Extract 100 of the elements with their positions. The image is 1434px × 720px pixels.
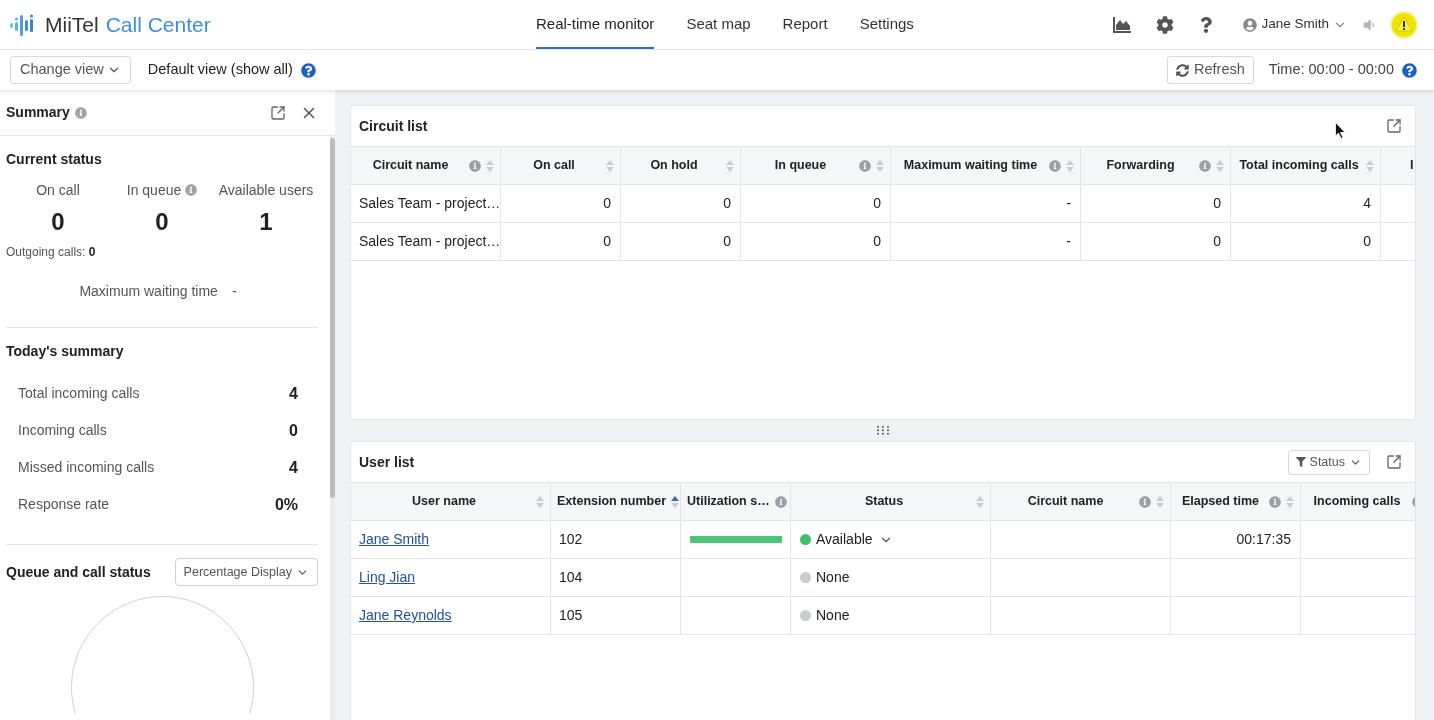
sort-icon[interactable] bbox=[606, 159, 614, 172]
stat-value: - bbox=[231, 282, 237, 301]
table-cell: 102 bbox=[551, 521, 681, 558]
section-title: Today's summary bbox=[6, 342, 125, 360]
change-view-button[interactable]: Change view bbox=[10, 56, 131, 84]
help-icon[interactable] bbox=[300, 62, 316, 78]
sort-icon[interactable] bbox=[726, 159, 734, 172]
table-cell: 4 bbox=[1231, 185, 1381, 222]
filter-icon bbox=[1295, 457, 1306, 467]
table-cell: 0 bbox=[501, 223, 621, 260]
column-header: Total incoming calls bbox=[1238, 157, 1360, 175]
column-header: I bbox=[1410, 157, 1414, 175]
user-menu[interactable]: Jane Smith bbox=[1243, 14, 1347, 35]
table-cell: 105 bbox=[551, 597, 681, 634]
stat-label: Available users bbox=[218, 180, 314, 200]
table-cell: Sales Team - project… bbox=[351, 223, 501, 260]
warning-icon[interactable] bbox=[1390, 10, 1418, 39]
table-cell: 0 bbox=[1231, 223, 1381, 260]
drag-handle-icon[interactable] bbox=[877, 426, 889, 435]
user-avatar-icon bbox=[1243, 17, 1258, 32]
column-header: Forwarding bbox=[1105, 157, 1176, 175]
sort-icon[interactable] bbox=[486, 159, 494, 172]
sort-icon[interactable] bbox=[1286, 495, 1294, 508]
user-name-link[interactable]: Ling Jian bbox=[359, 567, 416, 588]
nav-tab[interactable]: Report bbox=[782, 0, 828, 49]
logo-brand: MiiTel bbox=[45, 11, 99, 38]
table-cell: 0 bbox=[741, 223, 891, 260]
column-header: Incoming calls bbox=[1312, 493, 1402, 511]
stat-label: In queue bbox=[126, 180, 182, 200]
column-header: Utilization s… bbox=[687, 493, 770, 511]
status-filter-button[interactable]: Status bbox=[1287, 449, 1370, 475]
sort-ascending-icon[interactable] bbox=[671, 495, 680, 508]
stat-value: 1 bbox=[259, 208, 273, 236]
table-cell: 00:17:35 bbox=[1171, 521, 1301, 558]
table-cell: 0 bbox=[621, 185, 741, 222]
refresh-button[interactable]: Refresh bbox=[1167, 56, 1254, 84]
column-header: User name bbox=[411, 493, 477, 511]
outgoing-calls: Outgoing calls: 0 bbox=[6, 244, 97, 260]
column-header: Extension number bbox=[557, 493, 667, 511]
sort-icon[interactable] bbox=[976, 495, 984, 508]
user-name-link[interactable]: Jane Smith bbox=[359, 529, 430, 550]
sort-icon[interactable] bbox=[876, 159, 884, 172]
column-header: On call bbox=[532, 157, 576, 175]
help-icon[interactable] bbox=[1402, 62, 1417, 78]
section-title: Queue and call status bbox=[6, 562, 151, 582]
stat-label: Maximum waiting time bbox=[79, 282, 218, 301]
column-header: In queue bbox=[773, 157, 828, 175]
sort-icon[interactable] bbox=[536, 495, 544, 508]
view-name: Default view (show all) bbox=[147, 60, 293, 80]
table-cell: 0 bbox=[501, 185, 621, 222]
table-cell: - bbox=[891, 223, 1081, 260]
open-external-icon[interactable] bbox=[1386, 118, 1402, 134]
status-dropdown[interactable]: Available bbox=[816, 529, 893, 550]
summary-value: 4 bbox=[289, 383, 298, 404]
panel-title: Summary bbox=[6, 103, 70, 122]
summary-label: Response rate bbox=[18, 495, 110, 514]
refresh-icon bbox=[1176, 63, 1189, 77]
table-cell: 0 bbox=[741, 185, 891, 222]
table-cell: 0 bbox=[1081, 185, 1231, 222]
sort-icon[interactable] bbox=[1156, 495, 1164, 508]
settings-icon[interactable] bbox=[1156, 15, 1175, 34]
scrollbar-track[interactable] bbox=[330, 136, 335, 720]
summary-label: Incoming calls bbox=[18, 421, 107, 440]
scrollbar-thumb[interactable] bbox=[330, 138, 335, 498]
open-external-icon[interactable] bbox=[1386, 454, 1402, 470]
column-header: Circuit name bbox=[371, 157, 450, 175]
table-cell: 0 bbox=[1081, 223, 1231, 260]
column-header: Maximum waiting time bbox=[902, 157, 1039, 175]
time-range: Time: 00:00 - 00:00 bbox=[1268, 60, 1394, 80]
user-name-link[interactable]: Jane Reynolds bbox=[359, 605, 452, 626]
sort-icon[interactable] bbox=[1366, 159, 1374, 172]
nav-tab[interactable]: Seat map bbox=[686, 0, 751, 49]
sort-icon[interactable] bbox=[1216, 159, 1224, 172]
area-chart-icon[interactable] bbox=[1113, 16, 1132, 33]
speaker-icon[interactable] bbox=[1362, 17, 1376, 32]
column-header: Circuit name bbox=[1026, 493, 1105, 511]
open-external-icon[interactable] bbox=[270, 104, 286, 121]
column-header: Elapsed time bbox=[1180, 493, 1261, 511]
display-mode-dropdown[interactable]: Percentage Display bbox=[174, 558, 318, 586]
table-cell: 104 bbox=[551, 559, 681, 596]
logo-product: Call Center bbox=[105, 11, 211, 38]
mouse-pointer-icon bbox=[1335, 122, 1346, 139]
summary-value: 4 bbox=[289, 457, 298, 478]
card-title: User list bbox=[359, 452, 415, 472]
table-cell: Sales Team - project… bbox=[351, 185, 501, 222]
sort-icon[interactable] bbox=[1066, 159, 1074, 172]
info-icon bbox=[74, 106, 87, 119]
card-title: Circuit list bbox=[359, 116, 428, 136]
nav-tab[interactable]: Settings bbox=[859, 0, 914, 49]
summary-value: 0 bbox=[289, 420, 298, 441]
stat-value: 0 bbox=[51, 208, 65, 236]
status-label: None bbox=[816, 568, 850, 587]
column-header: On hold bbox=[649, 157, 699, 175]
stat-label: On call bbox=[36, 180, 80, 200]
stat-value: 0 bbox=[155, 208, 169, 236]
table-cell: - bbox=[891, 185, 1081, 222]
section-title: Current status bbox=[6, 150, 103, 168]
help-icon[interactable] bbox=[1199, 16, 1214, 33]
summary-label: Total incoming calls bbox=[18, 384, 140, 403]
status-label: None bbox=[816, 606, 850, 625]
